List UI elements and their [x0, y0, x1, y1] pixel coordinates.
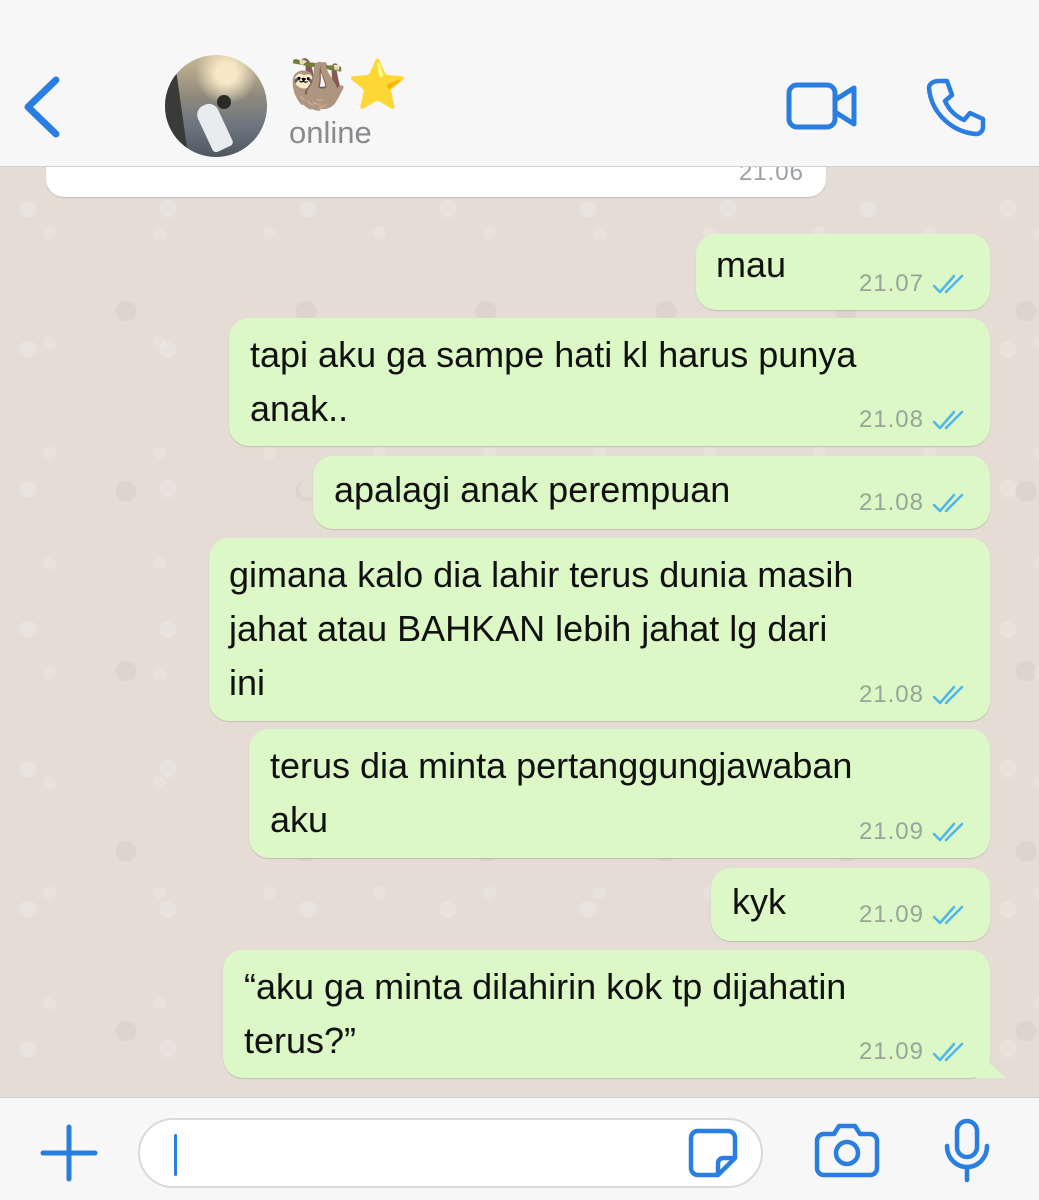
double-check-icon — [932, 274, 964, 294]
message-bubble[interactable]: mau 21.07 — [696, 234, 990, 310]
sticker-button[interactable] — [688, 1128, 738, 1178]
message-text: ini — [229, 662, 266, 703]
message-text: tapi aku ga sampe hati kl harus punya — [250, 334, 857, 375]
message-text: gimana kalo dia lahir terus dunia masih — [229, 554, 854, 595]
plus-icon — [40, 1124, 98, 1182]
double-check-icon — [932, 905, 964, 925]
voice-call-button[interactable] — [925, 77, 987, 137]
phone-icon — [926, 78, 986, 137]
message-text: apalagi anak perempuan — [334, 469, 731, 510]
double-check-icon — [932, 685, 964, 705]
sticker-icon — [688, 1128, 738, 1178]
text-caret — [174, 1134, 177, 1176]
message-bubble[interactable]: apalagi anak perempuan 21.08 — [313, 456, 990, 529]
message-input-bar — [0, 1097, 1039, 1200]
chat-area[interactable]: 21.06 mau 21.07 tapi aku ga sampe hati k… — [0, 167, 1039, 1097]
contact-name[interactable]: 🦥⭐ — [288, 58, 408, 114]
double-check-icon — [932, 822, 964, 842]
whatsapp-chat-screen: 🦥⭐ online 21.06 mau 21.07 tapi aku ga sa… — [0, 0, 1039, 1200]
message-bubble[interactable]: gimana kalo dia lahir terus dunia masih … — [209, 538, 990, 721]
message-time: 21.09 — [858, 901, 924, 928]
double-check-icon — [932, 493, 964, 513]
previous-message-bubble[interactable]: 21.06 — [46, 167, 826, 197]
message-text: aku — [270, 799, 329, 840]
back-button[interactable] — [18, 72, 70, 142]
microphone-button[interactable] — [942, 1118, 992, 1184]
chat-header: 🦥⭐ online — [0, 0, 1039, 167]
contact-status: online — [289, 115, 372, 150]
message-time: 21.08 — [858, 406, 924, 433]
message-time: 21.09 — [858, 818, 924, 845]
attach-button[interactable] — [40, 1124, 98, 1182]
message-bubble[interactable]: “aku ga minta dilahirin kok tp dijahatin… — [223, 950, 1006, 1078]
message-text: terus dia minta pertanggungjawaban — [270, 745, 853, 786]
message-time: 21.06 — [738, 167, 804, 186]
message-text: “aku ga minta dilahirin kok tp dijahatin — [244, 966, 847, 1007]
double-check-icon — [932, 1042, 964, 1062]
video-call-button[interactable] — [786, 80, 858, 132]
message-input[interactable] — [138, 1118, 763, 1188]
camera-button[interactable] — [814, 1122, 880, 1178]
message-text: anak.. — [250, 388, 349, 429]
message-bubble[interactable]: tapi aku ga sampe hati kl harus punya an… — [229, 318, 990, 446]
contact-avatar[interactable] — [165, 55, 267, 157]
message-bubble[interactable]: kyk 21.09 — [711, 868, 990, 941]
message-time: 21.07 — [858, 270, 924, 297]
microphone-icon — [944, 1118, 990, 1183]
message-bubble[interactable]: terus dia minta pertanggungjawaban aku 2… — [249, 729, 990, 858]
video-camera-icon — [786, 82, 857, 130]
message-text: terus?” — [244, 1020, 357, 1061]
message-text: kyk — [732, 881, 786, 922]
message-time: 21.08 — [858, 681, 924, 708]
bubble-tail — [976, 1052, 1006, 1078]
message-time: 21.09 — [858, 1038, 924, 1065]
camera-icon — [814, 1123, 880, 1178]
double-check-icon — [932, 410, 964, 430]
message-time: 21.08 — [858, 489, 924, 516]
message-text: jahat atau BAHKAN lebih jahat lg dari — [229, 608, 828, 649]
chevron-left-icon — [24, 76, 60, 138]
message-text: mau — [716, 244, 787, 285]
